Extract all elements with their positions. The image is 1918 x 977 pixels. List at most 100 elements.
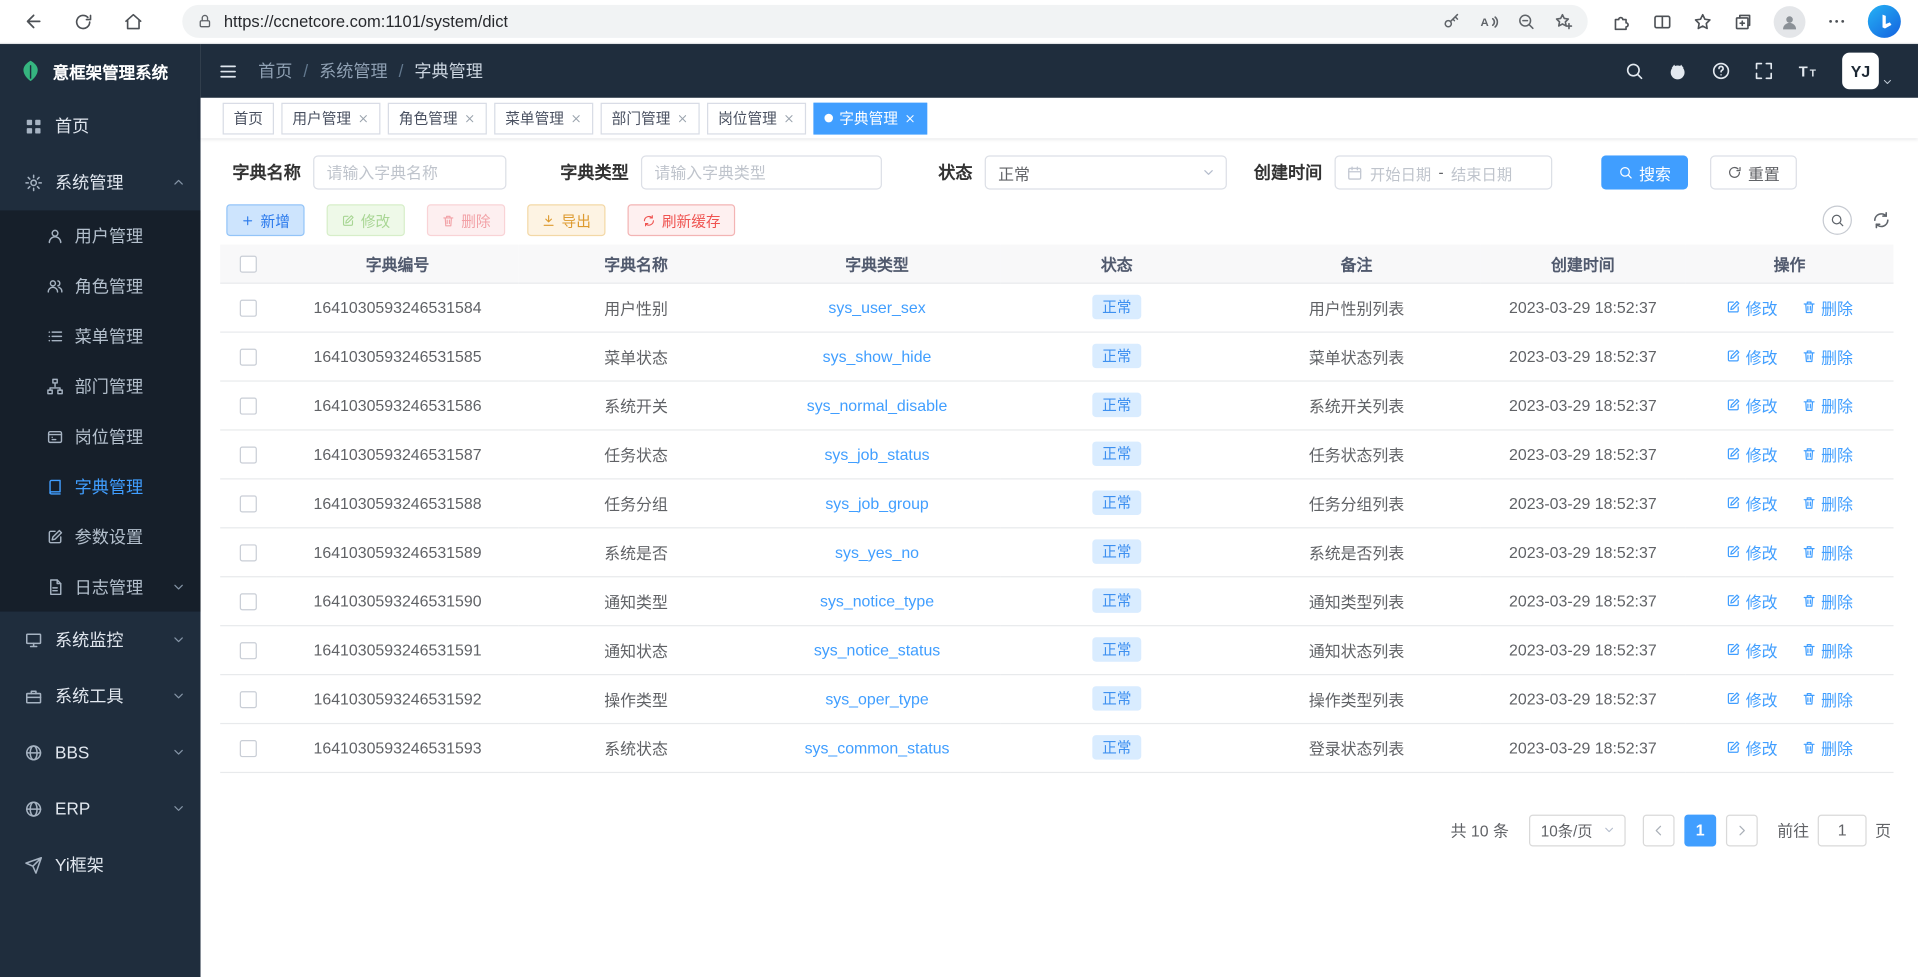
tab-dict[interactable]: 字典管理 xyxy=(814,102,928,134)
tab-posts[interactable]: 岗位管理 xyxy=(707,102,806,134)
close-icon[interactable] xyxy=(904,112,916,124)
collections-icon[interactable] xyxy=(1733,12,1753,32)
sidebar-item-tools[interactable]: 系统工具 xyxy=(0,668,201,724)
profile-avatar[interactable] xyxy=(1774,6,1806,38)
delete-button[interactable]: 删除 xyxy=(427,204,505,236)
row-delete-button[interactable]: 删除 xyxy=(1802,491,1853,514)
dict-type-link[interactable]: sys_normal_disable xyxy=(807,396,948,414)
fullscreen-icon[interactable] xyxy=(1754,61,1774,81)
add-button[interactable]: 新增 xyxy=(226,204,304,236)
row-edit-button[interactable]: 修改 xyxy=(1726,295,1777,318)
dict-type-link[interactable]: sys_notice_status xyxy=(814,640,940,658)
toggle-search-button[interactable] xyxy=(1823,205,1852,234)
split-screen-icon[interactable] xyxy=(1653,12,1673,32)
dict-name-input[interactable] xyxy=(313,155,506,189)
favorites-icon[interactable] xyxy=(1693,12,1713,32)
row-edit-button[interactable]: 修改 xyxy=(1726,393,1777,416)
dict-type-link[interactable]: sys_job_group xyxy=(825,494,928,512)
dict-type-link[interactable]: sys_job_status xyxy=(824,445,929,463)
breadcrumb-system[interactable]: 系统管理 xyxy=(319,59,387,83)
refresh-table-button[interactable] xyxy=(1872,210,1892,230)
row-edit-button[interactable]: 修改 xyxy=(1726,589,1777,612)
page-size-select[interactable]: 10条/页 xyxy=(1528,814,1625,846)
dict-type-link[interactable]: sys_common_status xyxy=(805,738,950,756)
search-button[interactable]: 搜索 xyxy=(1601,155,1688,189)
add-favorite-icon[interactable] xyxy=(1553,12,1573,32)
tab-users[interactable]: 用户管理 xyxy=(281,102,380,134)
refresh-cache-button[interactable]: 刷新缓存 xyxy=(628,204,736,236)
end-date-placeholder[interactable]: 结束日期 xyxy=(1451,161,1512,184)
close-icon[interactable] xyxy=(464,112,476,124)
row-delete-button[interactable]: 删除 xyxy=(1802,638,1853,661)
row-edit-button[interactable]: 修改 xyxy=(1726,442,1777,465)
prev-page-button[interactable] xyxy=(1643,814,1675,846)
password-key-icon[interactable] xyxy=(1442,12,1460,30)
sidebar-toggle-icon[interactable] xyxy=(218,61,239,82)
row-delete-button[interactable]: 删除 xyxy=(1802,540,1853,563)
row-checkbox[interactable] xyxy=(240,740,257,757)
row-delete-button[interactable]: 删除 xyxy=(1802,393,1853,416)
sidebar-item-logs[interactable]: 日志管理 xyxy=(0,561,201,611)
dict-type-link[interactable]: sys_user_sex xyxy=(828,298,925,316)
close-icon[interactable] xyxy=(783,112,795,124)
close-icon[interactable] xyxy=(677,112,689,124)
sidebar-item-bbs[interactable]: BBS xyxy=(0,724,201,780)
github-icon[interactable] xyxy=(1667,61,1688,82)
user-avatar[interactable]: YJ xyxy=(1842,53,1879,90)
breadcrumb-home[interactable]: 首页 xyxy=(258,59,292,83)
row-checkbox[interactable] xyxy=(240,299,257,316)
row-edit-button[interactable]: 修改 xyxy=(1726,687,1777,710)
tab-home[interactable]: 首页 xyxy=(223,102,274,134)
browser-back-button[interactable] xyxy=(15,3,52,40)
goto-page-input[interactable] xyxy=(1818,814,1867,846)
row-edit-button[interactable]: 修改 xyxy=(1726,491,1777,514)
dict-type-link[interactable]: sys_oper_type xyxy=(825,689,928,707)
header-search-icon[interactable] xyxy=(1624,61,1644,81)
row-delete-button[interactable]: 删除 xyxy=(1802,736,1853,759)
font-size-icon[interactable] xyxy=(1797,60,1819,82)
browser-refresh-button[interactable] xyxy=(65,3,102,40)
sidebar-item-yi[interactable]: Yi框架 xyxy=(0,837,201,893)
row-delete-button[interactable]: 删除 xyxy=(1802,295,1853,318)
close-icon[interactable] xyxy=(357,112,369,124)
row-delete-button[interactable]: 删除 xyxy=(1802,442,1853,465)
user-menu[interactable]: YJ xyxy=(1842,53,1893,90)
sidebar-item-erp[interactable]: ERP xyxy=(0,780,201,836)
row-delete-button[interactable]: 删除 xyxy=(1802,344,1853,367)
row-edit-button[interactable]: 修改 xyxy=(1726,638,1777,661)
sidebar-item-params[interactable]: 参数设置 xyxy=(0,511,201,561)
dict-type-link[interactable]: sys_show_hide xyxy=(823,347,932,365)
edge-copilot-icon[interactable] xyxy=(1868,5,1901,38)
current-page[interactable]: 1 xyxy=(1684,814,1716,846)
start-date-placeholder[interactable]: 开始日期 xyxy=(1370,161,1431,184)
row-checkbox[interactable] xyxy=(240,691,257,708)
select-all-checkbox[interactable] xyxy=(240,256,257,273)
date-range-picker[interactable]: 开始日期 - 结束日期 xyxy=(1335,155,1553,189)
row-edit-button[interactable]: 修改 xyxy=(1726,540,1777,563)
sidebar-item-menus[interactable]: 菜单管理 xyxy=(0,311,201,361)
extensions-icon[interactable] xyxy=(1612,12,1632,32)
sidebar-item-posts[interactable]: 岗位管理 xyxy=(0,411,201,461)
dict-type-input[interactable] xyxy=(641,155,882,189)
close-icon[interactable] xyxy=(570,112,582,124)
status-select[interactable]: 正常 xyxy=(985,155,1227,189)
row-checkbox[interactable] xyxy=(240,348,257,365)
browser-menu-icon[interactable] xyxy=(1826,11,1847,32)
row-edit-button[interactable]: 修改 xyxy=(1726,344,1777,367)
url-text[interactable]: https://ccnetcore.com:1101/system/dict xyxy=(224,12,508,30)
sidebar-item-departments[interactable]: 部门管理 xyxy=(0,361,201,411)
sidebar-item-roles[interactable]: 角色管理 xyxy=(0,261,201,311)
tab-roles[interactable]: 角色管理 xyxy=(388,102,487,134)
browser-home-button[interactable] xyxy=(115,3,152,40)
row-checkbox[interactable] xyxy=(240,544,257,561)
sidebar-item-home[interactable]: 首页 xyxy=(0,98,201,154)
tab-departments[interactable]: 部门管理 xyxy=(601,102,700,134)
export-button[interactable]: 导出 xyxy=(527,204,605,236)
zoom-out-icon[interactable] xyxy=(1517,12,1535,30)
row-delete-button[interactable]: 删除 xyxy=(1802,589,1853,612)
sidebar-item-users[interactable]: 用户管理 xyxy=(0,210,201,260)
row-checkbox[interactable] xyxy=(240,642,257,659)
read-aloud-icon[interactable] xyxy=(1479,12,1499,32)
dict-type-link[interactable]: sys_notice_type xyxy=(820,591,934,609)
sidebar-item-system[interactable]: 系统管理 xyxy=(0,154,201,210)
